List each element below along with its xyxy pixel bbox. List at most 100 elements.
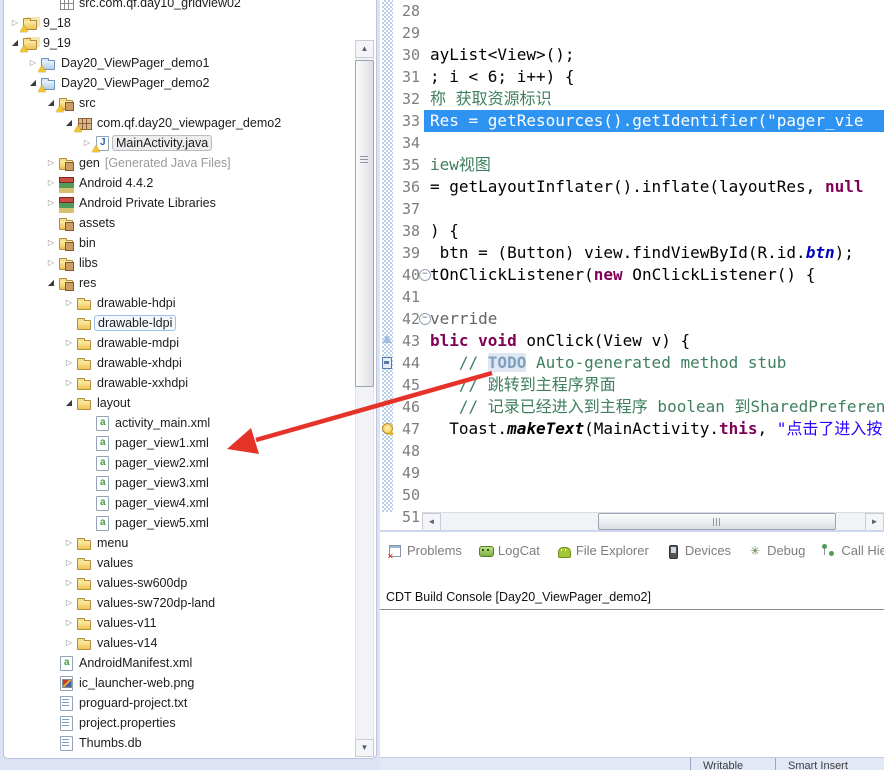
- editor-horizontal-scrollbar-thumb[interactable]: [598, 513, 836, 530]
- tree-item-androidmanifest-xml[interactable]: AndroidManifest.xml: [4, 653, 356, 673]
- tree-item-values-sw720dp-land[interactable]: ▷ values-sw720dp-land: [4, 593, 356, 613]
- tree-item-android-4-4-2[interactable]: ▷ Android 4.4.2: [4, 173, 356, 193]
- tree-item-assets[interactable]: assets: [4, 213, 356, 233]
- tree-item-day20-viewpager-demo1[interactable]: ▷ Day20_ViewPager_demo1: [4, 53, 356, 73]
- code-line-33[interactable]: 33 Res = getResources().getIdentifier("pa…: [380, 110, 884, 132]
- tree-item-drawable-xhdpi[interactable]: ▷ drawable-xhdpi: [4, 353, 356, 373]
- twisty-expanded-icon[interactable]: ◢: [62, 393, 76, 413]
- view-tab-file-explorer[interactable]: File Explorer: [557, 543, 649, 558]
- twisty-collapsed-icon[interactable]: ▷: [44, 153, 58, 173]
- java-icon: [92, 135, 111, 152]
- tree-item-libs[interactable]: ▷ libs: [4, 253, 356, 273]
- twisty-collapsed-icon[interactable]: ▷: [62, 633, 76, 653]
- code-line-41[interactable]: 41: [380, 286, 884, 308]
- tree-scroll-down-button[interactable]: ▼: [355, 739, 374, 757]
- tree-item-thumbs-db[interactable]: Thumbs.db: [4, 733, 356, 753]
- tree-item-pager-view3-xml[interactable]: pager_view3.xml: [4, 473, 356, 493]
- twisty-expanded-icon[interactable]: ◢: [44, 273, 58, 293]
- tree-item-pager-view2-xml[interactable]: pager_view2.xml: [4, 453, 356, 473]
- twisty-collapsed-icon[interactable]: ▷: [62, 593, 76, 613]
- task-marker-icon[interactable]: [382, 357, 392, 369]
- tree-item-values[interactable]: ▷ values: [4, 553, 356, 573]
- tree-item-drawable-xxhdpi[interactable]: ▷ drawable-xxhdpi: [4, 373, 356, 393]
- twisty-collapsed-icon[interactable]: ▷: [62, 573, 76, 593]
- tree-item-proguard-project-txt[interactable]: proguard-project.txt: [4, 693, 356, 713]
- twisty-collapsed-icon[interactable]: ▷: [62, 353, 76, 373]
- tree-item-src[interactable]: ◢ src: [4, 93, 356, 113]
- view-tab-debug[interactable]: ✳ Debug: [748, 543, 805, 558]
- code-line-45[interactable]: 45 // 跳转到主程序界面: [380, 374, 884, 396]
- twisty-collapsed-icon[interactable]: ▷: [44, 173, 58, 193]
- tree-item-menu[interactable]: ▷ menu: [4, 533, 356, 553]
- tree-item-drawable-ldpi[interactable]: drawable-ldpi: [4, 313, 356, 333]
- tree-item-com-qf-day20-viewpager-demo2[interactable]: ◢ com.qf.day20_viewpager_demo2: [4, 113, 356, 133]
- twisty-collapsed-icon[interactable]: ▷: [62, 293, 76, 313]
- tree-scroll-up-button[interactable]: ▲: [355, 40, 374, 58]
- tree-item-values-sw600dp[interactable]: ▷ values-sw600dp: [4, 573, 356, 593]
- warning-bulb-icon[interactable]: [382, 423, 394, 435]
- view-tab-call-hierarchy[interactable]: Call Hierarchy: [822, 543, 884, 558]
- code-editor[interactable]: 28 29 30 ayList<View>(); 31 ; i < 6; i++) {32…: [380, 0, 884, 530]
- code-line-32[interactable]: 32 称 获取资源标识: [380, 88, 884, 110]
- tree-item-pager-view1-xml[interactable]: pager_view1.xml: [4, 433, 356, 453]
- tree-item-activity-main-xml[interactable]: activity_main.xml: [4, 413, 356, 433]
- twisty-collapsed-icon[interactable]: ▷: [62, 373, 76, 393]
- view-tab-devices[interactable]: Devices: [666, 543, 731, 559]
- txt-icon: [58, 715, 75, 731]
- tree-item-drawable-mdpi[interactable]: ▷ drawable-mdpi: [4, 333, 356, 353]
- code-line-36[interactable]: 36 = getLayoutInflater().inflate(layoutRe…: [380, 176, 884, 198]
- tree-item-mainactivity-java[interactable]: ▷MainActivity.java: [4, 133, 356, 153]
- twisty-collapsed-icon[interactable]: ▷: [44, 193, 58, 213]
- tree-item-android-private-libraries[interactable]: ▷ Android Private Libraries: [4, 193, 356, 213]
- fold-collapse-icon[interactable]: −: [419, 313, 431, 325]
- tree-item-ic-launcher-web-png[interactable]: ic_launcher-web.png: [4, 673, 356, 693]
- code-line-37[interactable]: 37: [380, 198, 884, 220]
- code-line-43[interactable]: 43 blic void onClick(View v) {: [380, 330, 884, 352]
- code-line-39[interactable]: 39 btn = (Button) view.findViewById(R.id…: [380, 242, 884, 264]
- code-line-50[interactable]: 50: [380, 484, 884, 506]
- tree-item-pager-view4-xml[interactable]: pager_view4.xml: [4, 493, 356, 513]
- code-area[interactable]: 28 29 30 ayList<View>(); 31 ; i < 6; i++) {32…: [380, 0, 884, 526]
- code-line-40[interactable]: 40− tOnClickListener(new OnClickListener(…: [380, 264, 884, 286]
- tree-item-day20-viewpager-demo2[interactable]: ◢ Day20_ViewPager_demo2: [4, 73, 356, 93]
- tree-item-bin[interactable]: ▷ bin: [4, 233, 356, 253]
- editor-horizontal-scrollbar[interactable]: ◄ ►: [422, 512, 884, 530]
- twisty-collapsed-icon[interactable]: ▷: [62, 333, 76, 353]
- twisty-collapsed-icon[interactable]: ▷: [44, 253, 58, 273]
- tree-item-gen[interactable]: ▷ gen [Generated Java Files]: [4, 153, 356, 173]
- code-line-30[interactable]: 30 ayList<View>();: [380, 44, 884, 66]
- code-line-44[interactable]: 44 // TODO Auto-generated method stub: [380, 352, 884, 374]
- tree-item-9-18[interactable]: ▷ 9_18: [4, 13, 356, 33]
- code-line-34[interactable]: 34: [380, 132, 884, 154]
- tree-item-values-v11[interactable]: ▷ values-v11: [4, 613, 356, 633]
- twisty-collapsed-icon[interactable]: ▷: [44, 233, 58, 253]
- code-line-49[interactable]: 49: [380, 462, 884, 484]
- code-line-35[interactable]: 35 iew视图: [380, 154, 884, 176]
- tree-item-drawable-hdpi[interactable]: ▷ drawable-hdpi: [4, 293, 356, 313]
- tree-item-src-com-qf-day10-gridview02[interactable]: src.com.qf.day10_gridview02: [4, 0, 356, 13]
- code-line-28[interactable]: 28: [380, 0, 884, 22]
- code-line-29[interactable]: 29: [380, 22, 884, 44]
- code-line-38[interactable]: 38) {: [380, 220, 884, 242]
- tree-item-values-v14[interactable]: ▷ values-v14: [4, 633, 356, 653]
- occurrence-marker-icon[interactable]: [382, 335, 392, 343]
- view-tab-problems[interactable]: Problems: [387, 543, 462, 561]
- code-line-42[interactable]: 42− verride: [380, 308, 884, 330]
- fold-collapse-icon[interactable]: −: [419, 269, 431, 281]
- code-line-47[interactable]: 47 Toast.makeText(MainActivity.this, "点击…: [380, 418, 884, 440]
- code-line-46[interactable]: 46 // 记录已经进入到主程序 boolean 到SharedPreferen…: [380, 396, 884, 418]
- tree-item-pager-view5-xml[interactable]: pager_view5.xml: [4, 513, 356, 533]
- code-line-48[interactable]: 48: [380, 440, 884, 462]
- tree-vertical-scrollbar-thumb[interactable]: [355, 60, 374, 387]
- tree-item-res[interactable]: ◢ res: [4, 273, 356, 293]
- code-line-31[interactable]: 31 ; i < 6; i++) {: [380, 66, 884, 88]
- editor-scroll-right-button[interactable]: ►: [865, 513, 884, 530]
- view-tab-logcat[interactable]: LogCat: [478, 543, 540, 558]
- tree-item-project-properties[interactable]: project.properties: [4, 713, 356, 733]
- tree-item-9-19[interactable]: ◢ 9_19: [4, 33, 356, 53]
- twisty-collapsed-icon[interactable]: ▷: [62, 553, 76, 573]
- tree-item-layout[interactable]: ◢ layout: [4, 393, 356, 413]
- twisty-collapsed-icon[interactable]: ▷: [62, 533, 76, 553]
- editor-scroll-left-button[interactable]: ◄: [422, 513, 441, 530]
- twisty-collapsed-icon[interactable]: ▷: [62, 613, 76, 633]
